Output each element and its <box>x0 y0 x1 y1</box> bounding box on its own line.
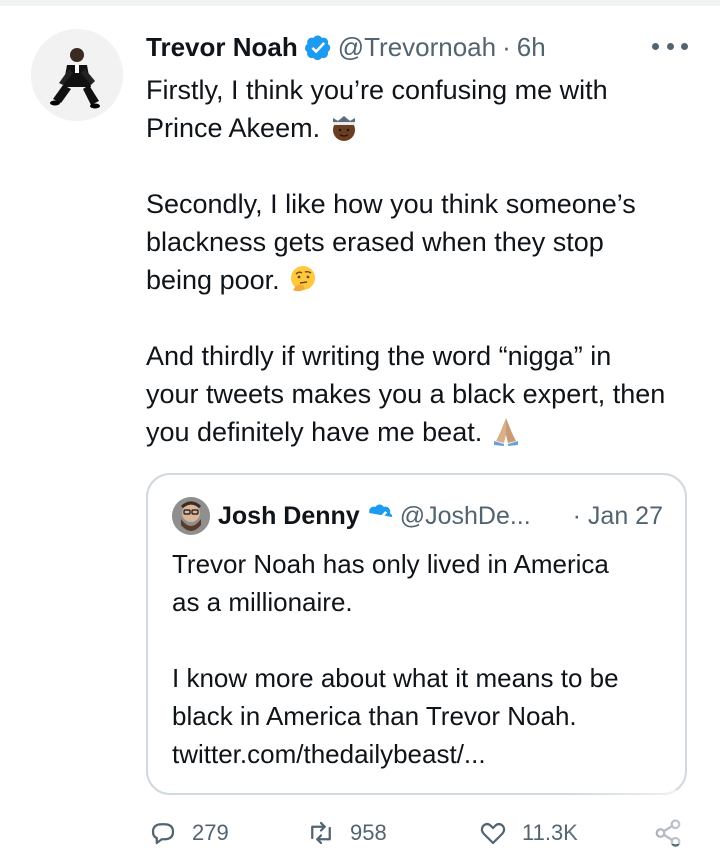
quoted-author-handle[interactable]: @JoshDe... <box>400 502 531 531</box>
quoted-author-avatar[interactable] <box>172 497 210 535</box>
tweet-body: Firstly, I think you’re confusing me wit… <box>146 71 706 451</box>
folded-hands-emoji-icon <box>493 418 518 446</box>
author-name[interactable]: Trevor Noah <box>146 32 298 63</box>
author-handle[interactable]: @Trevornoah <box>338 32 496 63</box>
crowned-face-emoji-icon <box>332 116 355 141</box>
quoted-tweet-date[interactable]: · Jan 27 <box>573 496 663 536</box>
tweet-line-1: Firstly, I think you’re confusing me wit… <box>146 75 608 105</box>
thinking-face-emoji-icon <box>291 266 316 292</box>
quoted-tweet-card[interactable]: Josh Denny @JoshDe... · Jan 27 Trevor No… <box>146 473 687 795</box>
verified-badge-icon <box>304 34 331 60</box>
quoted-tweet-header: Josh Denny @JoshDe... <box>218 496 531 536</box>
quoted-tweet-body: Trevor Noah has only lived in America as… <box>172 549 619 769</box>
reply-count: 279 <box>192 820 229 845</box>
top-divider <box>0 0 720 6</box>
tweet-header: Trevor Noah @Trevornoah · 6h <box>146 28 546 66</box>
quoted-author-name[interactable]: Josh Denny <box>218 502 360 531</box>
tweet-line-2: Prince Akeem. <box>146 113 328 143</box>
author-avatar[interactable] <box>31 29 123 121</box>
tweet-timestamp[interactable]: 6h <box>517 32 546 63</box>
more-options-icon[interactable] <box>652 36 688 56</box>
retweet-count: 958 <box>350 820 387 845</box>
tweet-paragraph-3: And thirdly if writing the word “nigga” … <box>146 341 666 447</box>
dot-separator: · <box>502 31 511 62</box>
verified-badge-icon <box>368 503 393 522</box>
tweet-paragraph-2: Secondly, I like how you think someone’s… <box>146 189 636 295</box>
like-count: 11.3K <box>522 820 578 845</box>
